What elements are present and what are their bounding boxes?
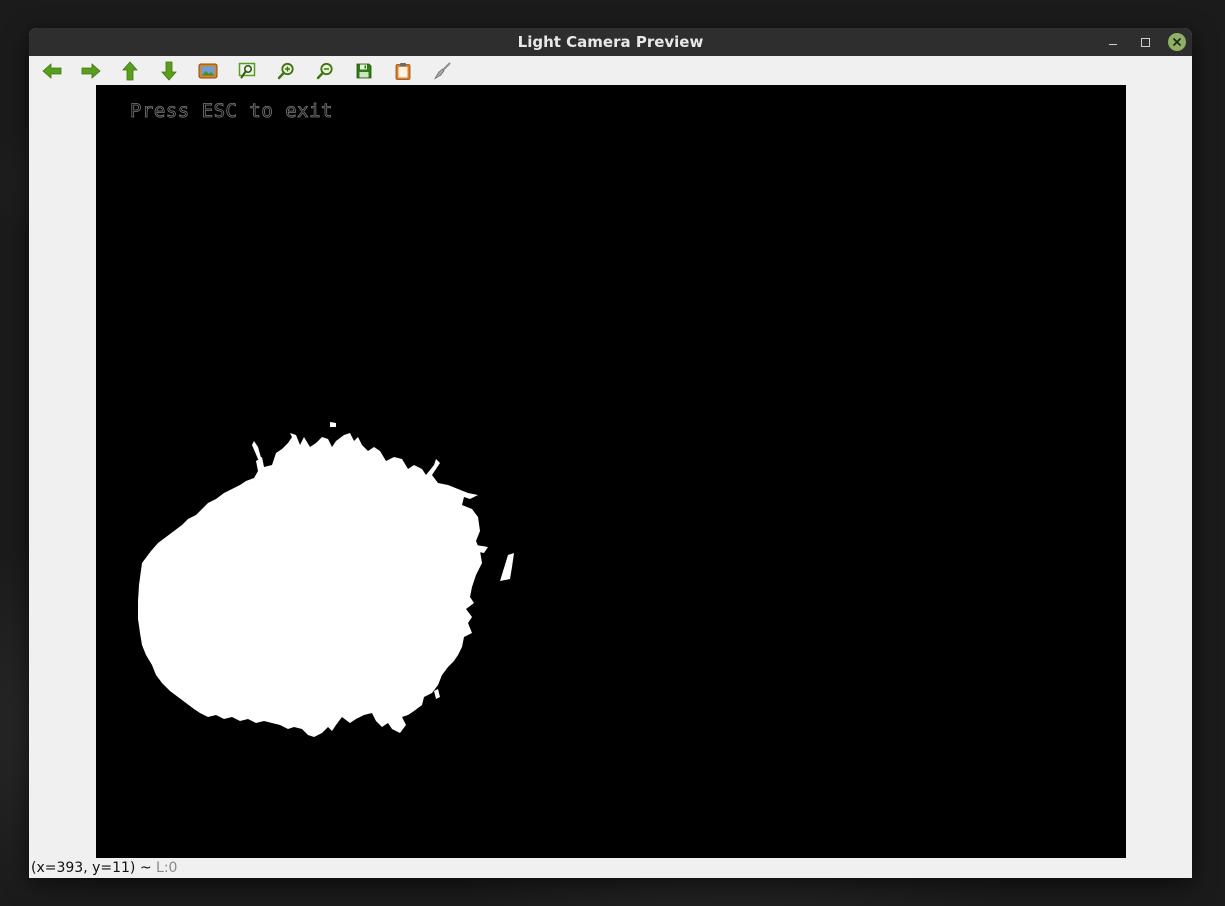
maximize-button[interactable] [1135,32,1155,52]
zoom-out-button[interactable] [314,60,336,82]
arrow-left-icon [42,63,62,79]
close-icon [1168,33,1186,51]
properties-button[interactable] [431,60,453,82]
cursor-coordinates: (x=393, y=11) ~ [31,860,152,876]
minimize-icon [1109,44,1117,45]
zoom-fit-button[interactable] [197,60,219,82]
floppy-icon [356,63,372,79]
save-button[interactable] [353,60,375,82]
close-button[interactable] [1167,32,1187,52]
minimize-button[interactable] [1103,32,1123,52]
arrow-up-icon [122,61,138,81]
arrow-down-icon [161,61,177,81]
zoom-out-icon [316,62,333,80]
status-bar: (x=393, y=11) ~ L:0 [29,858,1192,878]
light-spot-blob [138,422,514,737]
camera-preview-canvas[interactable]: Press ESC to exit [96,85,1126,858]
pan-right-button[interactable] [80,60,102,82]
image-icon [198,63,218,79]
brush-icon [433,62,451,80]
zoom-original-button[interactable] [236,60,258,82]
toolbar [29,56,1192,85]
app-window: Light Camera Preview Press ESC to exit (… [29,28,1192,878]
copy-clipboard-button[interactable] [392,60,414,82]
zoom-rect-icon [238,62,256,79]
pan-down-button[interactable] [158,60,180,82]
zoom-in-icon [277,62,294,80]
pan-left-button[interactable] [41,60,63,82]
title-bar[interactable]: Light Camera Preview [29,28,1192,56]
arrow-right-icon [81,63,101,79]
pan-up-button[interactable] [119,60,141,82]
window-title: Light Camera Preview [517,33,704,51]
zoom-in-button[interactable] [275,60,297,82]
maximize-icon [1140,37,1150,47]
clipboard-icon [395,63,411,80]
pixel-level: L:0 [156,860,178,876]
